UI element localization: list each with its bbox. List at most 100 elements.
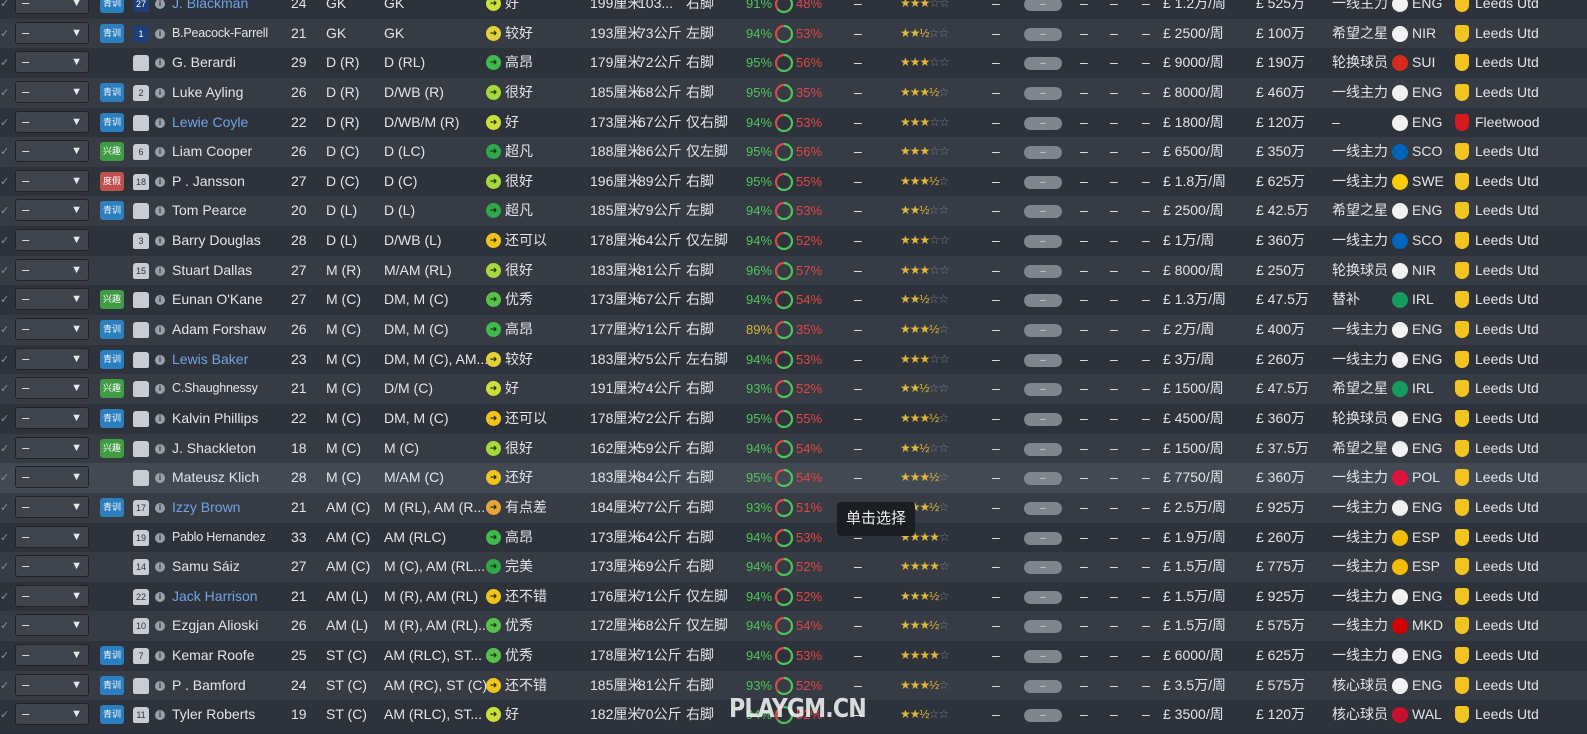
toggle-pill[interactable]: –: [1024, 27, 1062, 41]
info-icon[interactable]: i: [155, 502, 165, 513]
info-icon[interactable]: i: [155, 562, 165, 573]
club-name[interactable]: Leeds Utd: [1475, 285, 1539, 315]
toggle-pill[interactable]: –: [1024, 205, 1062, 219]
player-name[interactable]: Izzy Brown: [172, 493, 240, 523]
row-select-checkbox[interactable]: ✓: [0, 0, 10, 10]
status-tag[interactable]: 青训: [100, 705, 124, 725]
toggle-pill[interactable]: –: [1024, 620, 1062, 634]
info-icon[interactable]: i: [155, 325, 165, 336]
row-select-checkbox[interactable]: ✓: [0, 87, 10, 99]
club-name[interactable]: Leeds Utd: [1475, 226, 1539, 256]
role-dropdown[interactable]: – ▼: [15, 229, 89, 252]
status-tag[interactable]: 兴趣: [100, 290, 124, 310]
info-icon[interactable]: i: [155, 117, 165, 128]
row-select-checkbox[interactable]: ✓: [0, 57, 10, 69]
club-name[interactable]: Leeds Utd: [1475, 700, 1539, 730]
table-row[interactable]: ✓ – ▼ 22 i Jack Harrison 21 AM (L) M (R),…: [0, 581, 1587, 612]
row-select-checkbox[interactable]: ✓: [0, 502, 10, 514]
status-tag[interactable]: 青训: [100, 349, 124, 369]
toggle-pill[interactable]: –: [1024, 86, 1062, 100]
toggle-pill[interactable]: –: [1024, 294, 1062, 308]
status-tag[interactable]: 青训: [100, 112, 124, 132]
player-name[interactable]: Tom Pearce: [172, 196, 247, 226]
row-select-checkbox[interactable]: ✓: [0, 709, 10, 721]
info-icon[interactable]: i: [155, 591, 165, 602]
player-name[interactable]: J. Shackleton: [172, 434, 256, 464]
status-tag[interactable]: 青训: [100, 646, 124, 666]
row-select-checkbox[interactable]: ✓: [0, 561, 10, 573]
table-row[interactable]: ✓ – ▼ 度假 18 i P . Jansson 27 D (C) D (C) …: [0, 166, 1587, 197]
info-icon[interactable]: i: [155, 443, 165, 454]
club-name[interactable]: Leeds Utd: [1475, 137, 1539, 167]
info-icon[interactable]: i: [155, 295, 165, 306]
row-select-checkbox[interactable]: ✓: [0, 146, 10, 158]
player-name[interactable]: Barry Douglas: [172, 226, 261, 256]
role-dropdown[interactable]: – ▼: [15, 436, 89, 459]
info-icon[interactable]: i: [155, 532, 165, 543]
club-name[interactable]: Leeds Utd: [1475, 345, 1539, 375]
table-row[interactable]: ✓ – ▼ 3 i Barry Douglas 28 D (L) D/WB (L)…: [0, 226, 1587, 256]
toggle-pill[interactable]: –: [1024, 264, 1062, 278]
toggle-pill[interactable]: –: [1024, 324, 1062, 338]
info-icon[interactable]: i: [155, 58, 165, 69]
status-tag[interactable]: 青训: [100, 408, 124, 428]
status-tag[interactable]: 青训: [100, 82, 124, 102]
row-select-checkbox[interactable]: ✓: [0, 650, 10, 662]
club-name[interactable]: Leeds Utd: [1475, 582, 1539, 612]
toggle-pill[interactable]: –: [1024, 679, 1062, 693]
toggle-pill[interactable]: –: [1024, 531, 1062, 545]
club-name[interactable]: Leeds Utd: [1475, 434, 1539, 464]
info-icon[interactable]: i: [155, 680, 165, 691]
role-dropdown[interactable]: – ▼: [15, 80, 89, 103]
status-tag[interactable]: 度假: [100, 171, 124, 191]
info-icon[interactable]: i: [155, 413, 165, 424]
role-dropdown[interactable]: – ▼: [15, 21, 89, 44]
table-row[interactable]: ✓ – ▼ 青训 7 i Kemar Roofe 25 ST (C) AM (RL…: [0, 641, 1587, 671]
row-select-checkbox[interactable]: ✓: [0, 383, 10, 395]
row-select-checkbox[interactable]: ✓: [0, 354, 10, 366]
player-name[interactable]: G. Berardi: [172, 48, 236, 78]
table-row[interactable]: ✓ – ▼ 19 i Pablo Hernandez 33 AM (C) AM (…: [0, 522, 1587, 553]
club-name[interactable]: Leeds Utd: [1475, 315, 1539, 345]
club-name[interactable]: Leeds Utd: [1475, 0, 1539, 19]
role-dropdown[interactable]: – ▼: [15, 466, 89, 489]
role-dropdown[interactable]: – ▼: [15, 51, 89, 74]
role-dropdown[interactable]: – ▼: [15, 169, 89, 192]
table-row[interactable]: ✓ – ▼ 兴趣 i Eunan O'Kane 27 M (C) DM, M (C…: [0, 285, 1587, 316]
status-tag[interactable]: 青训: [100, 23, 124, 43]
row-select-checkbox[interactable]: ✓: [0, 235, 10, 247]
club-name[interactable]: Leeds Utd: [1475, 374, 1539, 404]
club-name[interactable]: Fleetwood: [1475, 108, 1540, 138]
player-name[interactable]: Mateusz Klich: [172, 463, 259, 493]
player-name[interactable]: Kemar Roofe: [172, 641, 254, 671]
role-dropdown[interactable]: – ▼: [15, 406, 89, 429]
table-row[interactable]: ✓ – ▼ 14 i Samu Sáiz 27 AM (C) M (C), AM …: [0, 552, 1587, 582]
role-dropdown[interactable]: – ▼: [15, 377, 89, 400]
toggle-pill[interactable]: –: [1024, 0, 1062, 11]
player-name[interactable]: Ezgjan Alioski: [172, 611, 258, 641]
info-icon[interactable]: i: [155, 621, 165, 632]
info-icon[interactable]: i: [155, 384, 165, 395]
row-select-checkbox[interactable]: ✓: [0, 117, 10, 129]
table-row[interactable]: ✓ – ▼ 青训 i Kalvin Phillips 22 M (C) DM, M…: [0, 403, 1587, 434]
toggle-pill[interactable]: –: [1024, 561, 1062, 575]
info-icon[interactable]: i: [155, 354, 165, 365]
info-icon[interactable]: i: [155, 28, 165, 39]
table-row[interactable]: ✓ – ▼ 兴趣 6 i Liam Cooper 26 D (C) D (LC) …: [0, 137, 1587, 167]
info-icon[interactable]: i: [155, 176, 165, 187]
toggle-pill[interactable]: –: [1024, 590, 1062, 604]
player-name[interactable]: Pablo Hernandez: [172, 523, 266, 553]
status-tag[interactable]: 兴趣: [100, 379, 124, 399]
role-dropdown[interactable]: – ▼: [15, 110, 89, 133]
role-dropdown[interactable]: – ▼: [15, 703, 89, 726]
player-name[interactable]: Stuart Dallas: [172, 256, 252, 286]
info-icon[interactable]: i: [155, 710, 165, 721]
row-select-checkbox[interactable]: ✓: [0, 28, 10, 40]
table-row[interactable]: ✓ – ▼ 兴趣 i C.Shaughnessy 21 M (C) D/M (C)…: [0, 374, 1587, 404]
player-name[interactable]: Eunan O'Kane: [172, 285, 263, 315]
role-dropdown[interactable]: – ▼: [15, 644, 89, 667]
table-row[interactable]: ✓ – ▼ i Mateusz Klich 28 M (C) M/AM (C) ➜…: [0, 463, 1587, 493]
info-icon[interactable]: i: [155, 147, 165, 158]
toggle-pill[interactable]: –: [1024, 57, 1062, 71]
toggle-pill[interactable]: –: [1024, 116, 1062, 130]
